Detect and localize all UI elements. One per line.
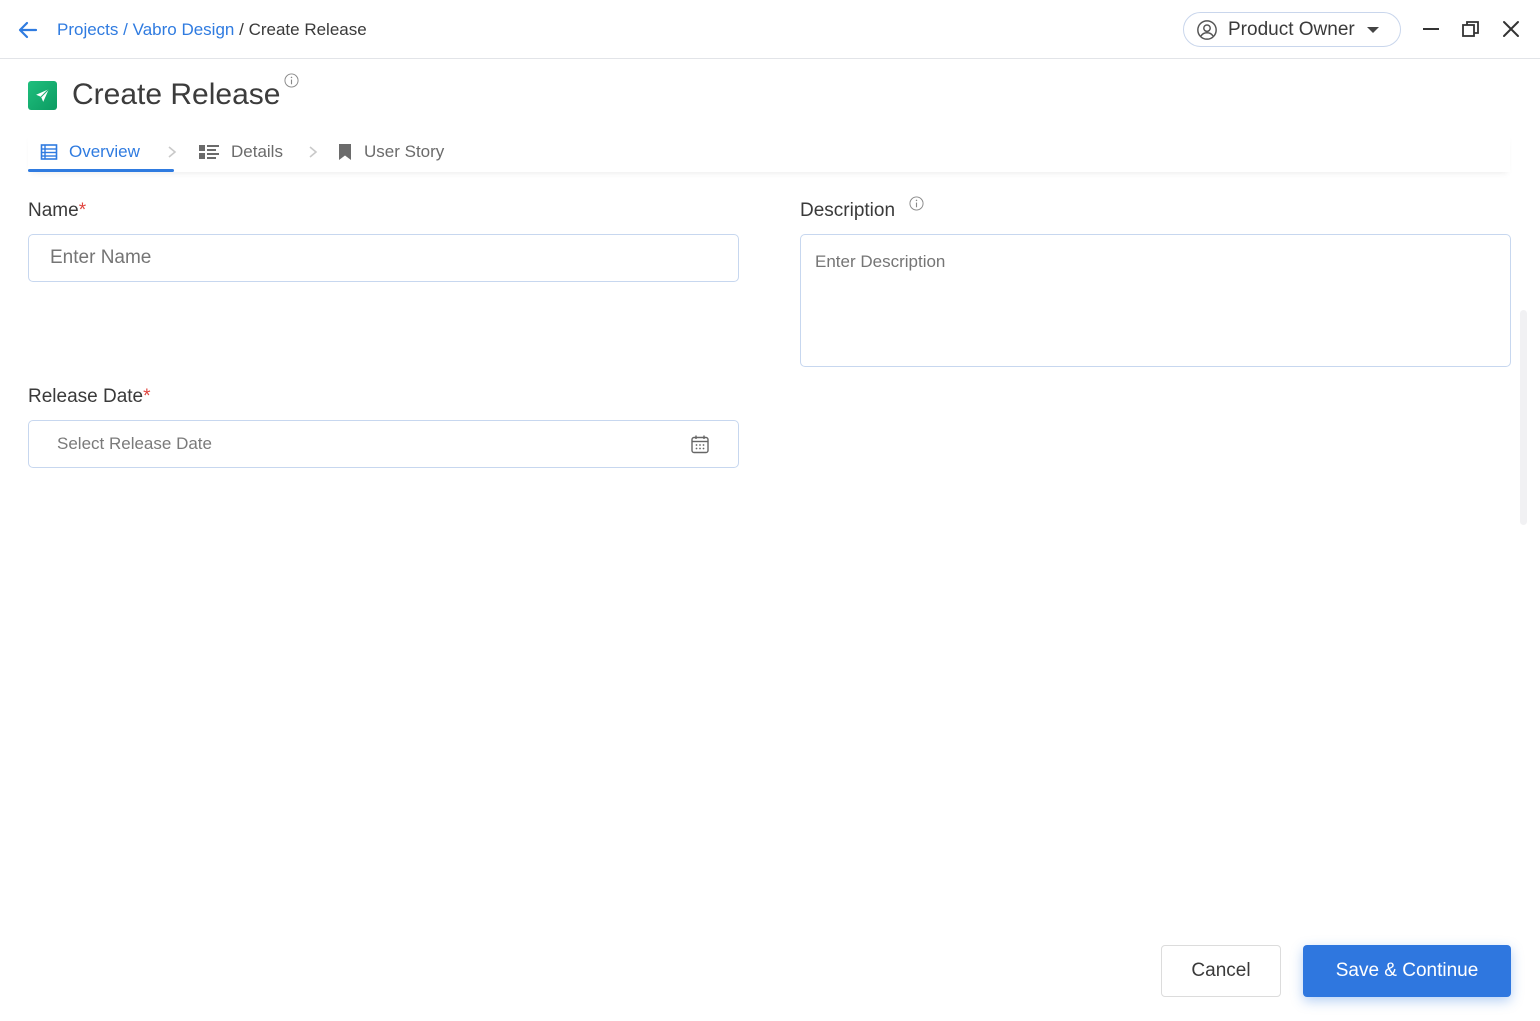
page-header: Create Release — [28, 73, 299, 115]
breadcrumb-separator: / — [239, 20, 244, 39]
chevron-right-icon — [168, 146, 177, 158]
list-icon — [40, 144, 58, 160]
minimize-icon[interactable] — [1420, 18, 1442, 40]
top-bar: Projects / Vabro Design / Create Release… — [0, 0, 1540, 59]
release-date-placeholder: Select Release Date — [57, 434, 212, 453]
breadcrumb-current: Create Release — [248, 20, 367, 39]
name-input[interactable] — [28, 234, 739, 282]
calendar-icon[interactable] — [690, 434, 710, 454]
info-icon[interactable] — [284, 73, 299, 88]
restore-icon[interactable] — [1460, 18, 1482, 40]
step-tabs: Overview Details User Story — [28, 132, 1510, 172]
details-list-icon — [199, 145, 219, 159]
cancel-button[interactable]: Cancel — [1161, 945, 1281, 997]
back-arrow-icon[interactable] — [16, 18, 40, 42]
description-textarea[interactable] — [800, 234, 1511, 367]
breadcrumb: Projects / Vabro Design / Create Release — [57, 19, 367, 41]
info-icon[interactable] — [909, 196, 924, 211]
chevron-down-icon — [1366, 26, 1379, 33]
tab-user-story[interactable]: User Story — [337, 132, 444, 172]
bookmark-icon — [339, 144, 351, 160]
role-selector[interactable]: Product Owner — [1183, 12, 1401, 47]
active-tab-indicator — [28, 169, 174, 172]
description-label: Description — [800, 200, 896, 221]
role-label: Product Owner — [1228, 18, 1355, 40]
paper-plane-icon — [28, 80, 57, 110]
page-title: Create Release — [72, 78, 281, 111]
tab-label: Overview — [69, 142, 140, 161]
tab-overview[interactable]: Overview — [40, 132, 140, 172]
release-date-picker[interactable]: Select Release Date — [28, 420, 739, 468]
required-mark: * — [143, 386, 151, 407]
release-date-label: Release Date* — [28, 386, 151, 407]
tab-label: User Story — [364, 142, 445, 161]
breadcrumb-vabro-design[interactable]: Vabro Design — [133, 20, 235, 39]
tab-label: Details — [231, 142, 283, 161]
name-label: Name* — [28, 200, 87, 221]
breadcrumb-separator: / — [123, 20, 128, 39]
tab-details[interactable]: Details — [198, 132, 283, 172]
chevron-right-icon — [309, 146, 318, 158]
required-mark: * — [78, 200, 87, 221]
user-circle-icon — [1197, 19, 1217, 40]
close-icon[interactable] — [1500, 18, 1522, 40]
scrollbar[interactable] — [1520, 310, 1527, 525]
save-continue-button[interactable]: Save & Continue — [1303, 945, 1511, 997]
breadcrumb-projects[interactable]: Projects — [57, 20, 118, 39]
